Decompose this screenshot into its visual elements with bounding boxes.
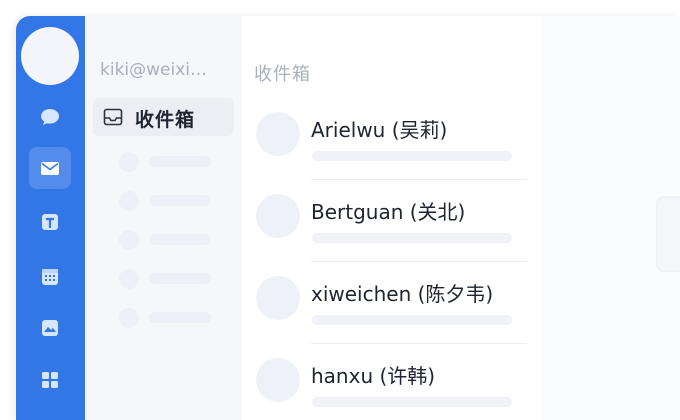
mail-list-row[interactable]: Bertguan (关北) <box>242 180 541 262</box>
inbox-icon <box>103 108 123 126</box>
mail-list-row[interactable]: xiweichen (陈夕韦) <box>242 262 541 344</box>
subject-placeholder <box>312 233 512 243</box>
sender-avatar <box>256 276 300 320</box>
folder-column: kiki@weixi… 收件箱 <box>85 16 243 420</box>
calendar-icon <box>42 269 58 285</box>
left-nav-rail <box>16 16 85 420</box>
apps-grid-icon <box>42 372 58 388</box>
folder-item-inbox[interactable]: 收件箱 <box>93 98 234 136</box>
sender-name: xiweichen (陈夕韦) <box>311 282 494 306</box>
sender-avatar <box>256 358 300 402</box>
subject-placeholder <box>312 315 512 325</box>
mail-list-row[interactable]: hanxu (许韩) <box>242 344 541 420</box>
mail-list-row[interactable]: Arielwu (吴莉) <box>242 98 541 180</box>
calendar-nav-button[interactable] <box>29 256 71 298</box>
sender-name: Arielwu (吴莉) <box>311 118 448 142</box>
document-icon <box>42 214 58 230</box>
folder-placeholder-icon <box>119 191 139 211</box>
folder-placeholder-label <box>149 195 211 206</box>
mail-list-title: 收件箱 <box>254 64 311 85</box>
folder-placeholder-icon <box>119 230 139 250</box>
folder-placeholder-label <box>149 156 211 167</box>
sender-name: Bertguan (关北) <box>311 200 466 224</box>
sender-avatar <box>256 194 300 238</box>
image-icon <box>42 320 58 336</box>
chat-nav-button[interactable] <box>29 96 71 138</box>
folder-placeholder-label <box>149 312 211 323</box>
apps-nav-button[interactable] <box>29 359 71 401</box>
reading-pane <box>541 16 680 420</box>
folder-placeholder-label <box>149 234 211 245</box>
sender-name: hanxu (许韩) <box>311 364 436 388</box>
mail-app-window: kiki@weixi… 收件箱 收件箱 Arielwu (吴莉) Bertgua… <box>16 16 680 420</box>
folder-placeholder-label <box>149 273 211 284</box>
chat-bubble-icon <box>41 109 59 125</box>
subject-placeholder <box>312 397 512 407</box>
folder-placeholder-icon <box>119 269 139 289</box>
folder-label-inbox: 收件箱 <box>135 109 196 131</box>
folder-placeholder-icon <box>119 308 139 328</box>
account-email[interactable]: kiki@weixi… <box>100 60 230 80</box>
user-avatar[interactable] <box>21 27 79 85</box>
mail-icon <box>41 162 59 175</box>
sender-avatar <box>256 112 300 156</box>
mail-list: 收件箱 Arielwu (吴莉) Bertguan (关北) xiweichen… <box>242 16 542 420</box>
document-nav-button[interactable] <box>29 201 71 243</box>
empty-mail-icon <box>656 196 680 272</box>
image-nav-button[interactable] <box>29 307 71 349</box>
folder-placeholder-icon <box>119 152 139 172</box>
subject-placeholder <box>312 151 512 161</box>
mail-nav-button[interactable] <box>29 147 71 189</box>
